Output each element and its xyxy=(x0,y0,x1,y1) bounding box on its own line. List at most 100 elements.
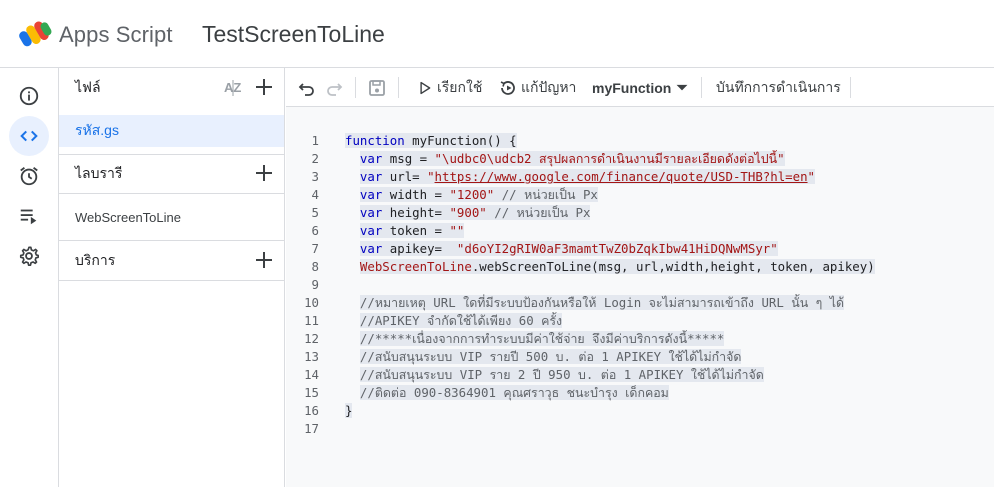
code-text[interactable]: //หมายเหตุ URL ใดที่มีระบบป้องกันหรือให้… xyxy=(345,294,845,312)
code-text[interactable]: var url= "https://www.google.com/finance… xyxy=(345,168,816,186)
line-number: 7 xyxy=(311,241,319,256)
divider xyxy=(59,193,285,194)
redo-button[interactable] xyxy=(325,68,343,107)
line-number: 4 xyxy=(311,187,319,202)
code-text[interactable]: var apikey= "d6oYI2gRIW0aF3mamtTwZ0bZqkI… xyxy=(345,240,778,258)
code-line[interactable]: 16} xyxy=(286,402,994,420)
code-icon xyxy=(20,130,38,142)
line-number: 6 xyxy=(311,223,319,238)
executions-icon xyxy=(20,209,37,225)
line-number: 9 xyxy=(311,277,319,292)
line-number: 2 xyxy=(311,151,319,166)
run-label: เรียกใช้ xyxy=(437,78,483,95)
save-icon xyxy=(369,79,385,96)
code-text[interactable]: var height= "900" // หน่วยเป็น Px xyxy=(345,204,591,222)
app-name: Apps Script xyxy=(59,22,173,47)
sort-az-icon[interactable]: AZ xyxy=(222,78,244,98)
overview-button[interactable] xyxy=(9,76,49,116)
line-number: 3 xyxy=(311,169,319,184)
code-line[interactable]: 14 //สนับสนุนระบบ VIP ราย 2 ปี 950 บ. ต่… xyxy=(286,366,994,384)
code-area[interactable]: 1 function myFunction() {2 var msg = "\ud… xyxy=(286,132,994,438)
code-text[interactable]: //*****เนื่องจากการทำระบบมีค่าใช้จ่าย จึ… xyxy=(345,330,725,348)
execution-log-label: บันทึกการดำเนินการ xyxy=(716,78,841,95)
add-library-icon[interactable] xyxy=(253,162,275,184)
line-number: 1 xyxy=(311,133,319,148)
save-button[interactable] xyxy=(368,68,386,107)
add-service-icon[interactable] xyxy=(253,249,275,271)
code-line[interactable]: 2 var msg = "\udbc0\udcb2 สรุปผลการดำเนิ… xyxy=(286,150,994,168)
code-text[interactable]: //ติดต่อ 090-8364901 คุณศราวุธ ชนะบำรุง … xyxy=(345,384,669,402)
files-header: ไฟล์ AZ xyxy=(59,68,285,107)
line-number: 17 xyxy=(304,421,319,436)
editor-toolbar: เรียกใช้ แก้ปัญหา myFunction บันทึกการดำ… xyxy=(286,68,994,107)
services-label: บริการ xyxy=(75,251,116,268)
code-text[interactable]: var width = "1200" // หน่วยเป็น Px xyxy=(345,186,598,204)
code-line[interactable]: 6 var token = "" xyxy=(286,222,994,240)
line-number: 14 xyxy=(304,367,319,382)
debug-label: แก้ปัญหา xyxy=(521,78,577,95)
code-text[interactable]: function myFunction() { xyxy=(345,132,517,150)
editor-button[interactable] xyxy=(9,116,49,156)
debug-icon xyxy=(500,80,515,95)
line-number: 8 xyxy=(311,259,319,274)
toolbar-divider xyxy=(701,77,702,98)
project-name[interactable]: TestScreenToLine xyxy=(202,21,385,48)
chevron-down-icon xyxy=(676,84,688,90)
code-line[interactable]: 4 var width = "1200" // หน่วยเป็น Px xyxy=(286,186,994,204)
triggers-button[interactable] xyxy=(9,156,49,196)
toolbar-divider xyxy=(850,77,851,98)
toolbar-divider xyxy=(355,77,356,98)
divider xyxy=(59,280,285,281)
undo-icon xyxy=(298,82,314,96)
code-line[interactable]: 11 //APIKEY จำกัดใช้ได้เพียง 60 ครั้ง xyxy=(286,312,994,330)
debug-button[interactable]: แก้ปัญหา xyxy=(499,68,576,107)
left-nav-rail xyxy=(0,68,59,487)
code-line[interactable]: 13 //สนับสนุนระบบ VIP รายปี 500 บ. ต่อ 1… xyxy=(286,348,994,366)
code-line[interactable]: 7 var apikey= "d6oYI2gRIW0aF3mamtTwZ0bZq… xyxy=(286,240,994,258)
info-icon xyxy=(19,86,39,106)
code-text[interactable]: //สนับสนุนระบบ VIP รายปี 500 บ. ต่อ 1 AP… xyxy=(345,348,742,366)
libraries-header: ไลบรารี xyxy=(59,154,285,193)
executions-button[interactable] xyxy=(9,196,49,236)
file-item-active[interactable]: รหัส.gs xyxy=(59,115,284,147)
code-line[interactable]: 15 //ติดต่อ 090-8364901 คุณศราวุธ ชนะบำร… xyxy=(286,384,994,402)
libraries-label: ไลบรารี xyxy=(75,164,123,181)
library-name: WebScreenToLine xyxy=(75,210,181,225)
line-number: 5 xyxy=(311,205,319,220)
code-editor[interactable]: 1 function myFunction() {2 var msg = "\ud… xyxy=(286,107,994,487)
code-line[interactable]: 1 function myFunction() { xyxy=(286,132,994,150)
apps-script-logo-icon[interactable] xyxy=(19,19,53,49)
files-panel: ไฟล์ AZ รหัส.gs ไลบรารี WebScreenToLine … xyxy=(59,68,285,487)
code-line[interactable]: 17 xyxy=(286,420,994,438)
settings-button[interactable] xyxy=(9,236,49,276)
code-text[interactable]: WebScreenToLine.webScreenToLine(msg, url… xyxy=(345,258,875,276)
toolbar-divider xyxy=(398,77,399,98)
code-line[interactable]: 5 var height= "900" // หน่วยเป็น Px xyxy=(286,204,994,222)
code-text[interactable]: //สนับสนุนระบบ VIP ราย 2 ปี 950 บ. ต่อ 1… xyxy=(345,366,764,384)
editor-surface[interactable]: 1 function myFunction() {2 var msg = "\ud… xyxy=(286,107,994,487)
gear-icon xyxy=(19,246,39,266)
line-number: 13 xyxy=(304,349,319,364)
play-icon xyxy=(420,81,431,94)
code-text[interactable]: var msg = "\udbc0\udcb2 สรุปผลการดำเนินง… xyxy=(345,150,785,168)
files-label: ไฟล์ xyxy=(75,78,101,95)
code-line[interactable]: 10 //หมายเหตุ URL ใดที่มีระบบป้องกันหรือ… xyxy=(286,294,994,312)
code-line[interactable]: 9 xyxy=(286,276,994,294)
line-number: 16 xyxy=(304,403,319,418)
add-file-icon[interactable] xyxy=(253,76,275,98)
line-number: 11 xyxy=(304,313,319,328)
line-number: 15 xyxy=(304,385,319,400)
code-text[interactable]: } xyxy=(345,402,353,420)
code-line[interactable]: 12 //*****เนื่องจากการทำระบบมีค่าใช้จ่าย… xyxy=(286,330,994,348)
execution-log-button[interactable]: บันทึกการดำเนินการ xyxy=(716,68,841,107)
undo-button[interactable] xyxy=(298,68,316,107)
code-text[interactable]: var token = "" xyxy=(345,222,465,240)
code-line[interactable]: 3 var url= "https://www.google.com/finan… xyxy=(286,168,994,186)
function-select[interactable]: myFunction xyxy=(592,68,689,107)
library-item[interactable]: WebScreenToLine xyxy=(59,198,285,237)
alarm-icon xyxy=(20,167,38,186)
code-line[interactable]: 8 WebScreenToLine.webScreenToLine(msg, u… xyxy=(286,258,994,276)
line-number: 10 xyxy=(304,295,319,310)
run-button[interactable]: เรียกใช้ xyxy=(418,68,482,107)
code-text[interactable]: //APIKEY จำกัดใช้ได้เพียง 60 ครั้ง xyxy=(345,312,563,330)
